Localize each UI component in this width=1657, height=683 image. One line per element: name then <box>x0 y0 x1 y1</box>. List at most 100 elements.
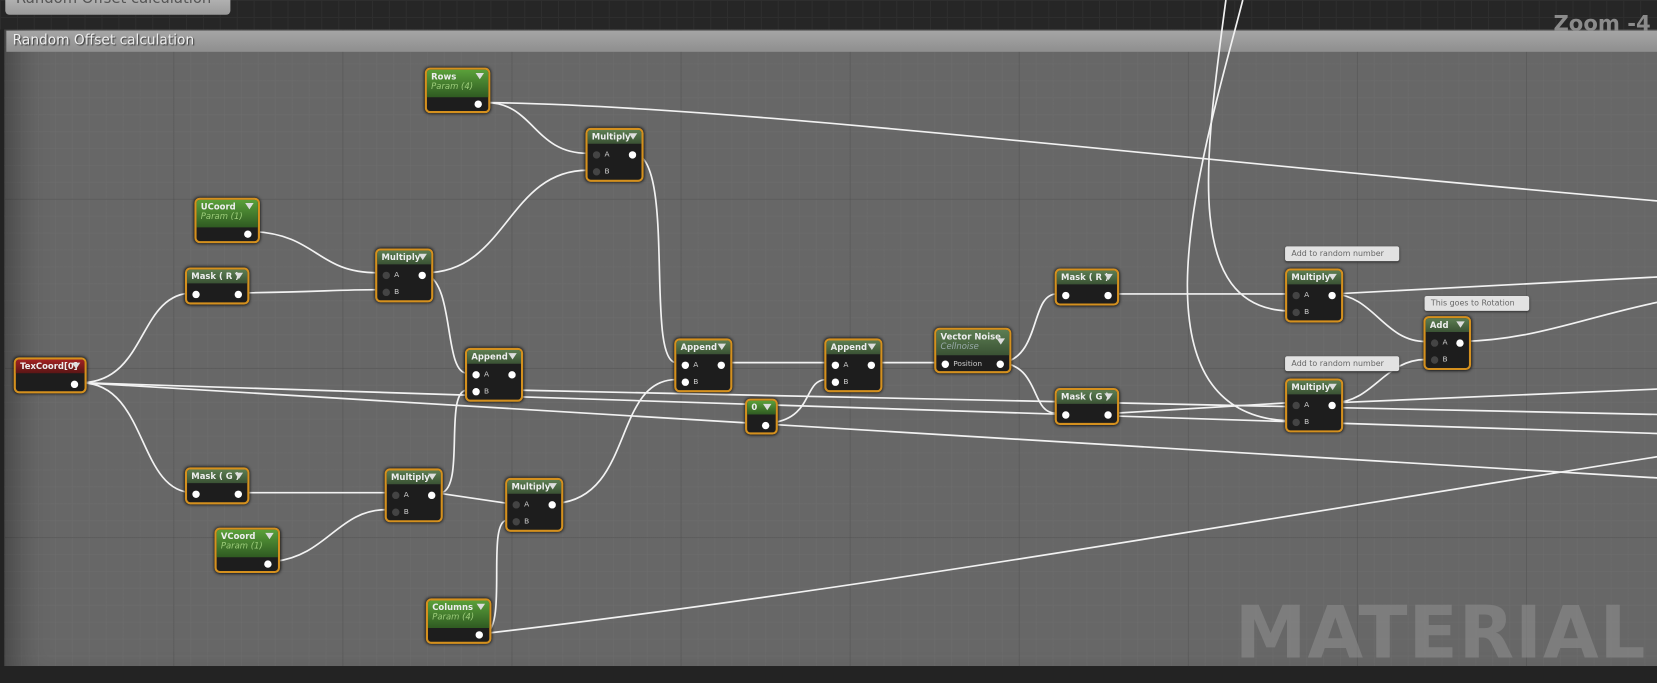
input-pin-a[interactable] <box>392 491 400 500</box>
output-pin[interactable] <box>234 290 243 299</box>
append-node-3[interactable]: Append A B <box>824 338 883 393</box>
vcoord-param-node[interactable]: VCoord Param (1) <box>214 527 281 574</box>
output-pin[interactable] <box>244 230 252 238</box>
ucoord-param-node[interactable]: UCoord Param (1) <box>194 197 260 244</box>
input-pin-a[interactable] <box>512 501 520 509</box>
wire[interactable] <box>1003 293 1057 364</box>
multiply-node-1[interactable]: Multiply A B <box>585 127 644 182</box>
multiply-node-4[interactable]: Multiply A B <box>505 477 564 532</box>
vector-noise-node[interactable]: Vector Noise Cellnoise Position <box>934 327 1012 374</box>
dropdown-arrow-icon[interactable] <box>475 72 485 80</box>
multiply-node-6[interactable]: Multiply A B <box>1285 378 1344 433</box>
mask-g-node-2[interactable]: Mask ( G ) <box>1054 388 1120 426</box>
mask-r-node-2[interactable]: Mask ( R ) <box>1054 268 1120 306</box>
dropdown-arrow-icon[interactable] <box>234 272 244 280</box>
wire[interactable] <box>486 455 1657 635</box>
add-node[interactable]: Add A B <box>1423 316 1472 371</box>
append-node-2[interactable]: Append A B <box>674 338 733 393</box>
output-pin[interactable] <box>474 100 482 108</box>
dropdown-arrow-icon[interactable] <box>418 253 427 261</box>
output-pin[interactable] <box>628 151 637 159</box>
dropdown-arrow-icon[interactable] <box>996 338 1006 345</box>
constant-node[interactable]: 0 <box>745 398 778 435</box>
wire[interactable] <box>771 378 827 424</box>
input-pin-a[interactable] <box>681 361 690 369</box>
input-pin-a[interactable] <box>1292 401 1300 410</box>
wire[interactable] <box>486 101 588 155</box>
dropdown-arrow-icon[interactable] <box>1328 273 1337 281</box>
input-pin[interactable] <box>192 490 200 498</box>
input-pin[interactable] <box>1062 411 1070 419</box>
dropdown-arrow-icon[interactable] <box>428 473 437 481</box>
input-pin-b[interactable] <box>1292 418 1300 427</box>
wire[interactable] <box>633 152 677 364</box>
wire[interactable] <box>274 508 387 563</box>
dropdown-arrow-icon[interactable] <box>1104 393 1113 400</box>
dropdown-arrow-icon[interactable] <box>1456 321 1465 328</box>
wire[interactable] <box>424 169 588 274</box>
node-comment-bubble[interactable]: Add to random number <box>1285 246 1399 262</box>
output-pin[interactable] <box>761 421 770 430</box>
dropdown-arrow-icon[interactable] <box>245 203 254 210</box>
input-pin-b[interactable] <box>681 378 690 386</box>
input-pin-a[interactable] <box>472 371 480 379</box>
wire[interactable] <box>1186 0 1288 422</box>
output-pin[interactable] <box>1104 411 1112 419</box>
output-pin[interactable] <box>996 360 1004 368</box>
dropdown-arrow-icon[interactable] <box>867 343 877 350</box>
mask-r-node[interactable]: Mask ( R ) <box>184 267 250 305</box>
input-pin-a[interactable] <box>382 271 390 280</box>
node-comment-bubble[interactable]: This goes to Rotation <box>1424 296 1530 311</box>
multiply-node-3[interactable]: Multiply A B <box>384 468 443 523</box>
dropdown-arrow-icon[interactable] <box>548 483 557 490</box>
input-pin-b[interactable] <box>831 378 840 386</box>
dropdown-arrow-icon[interactable] <box>508 353 517 360</box>
wire[interactable] <box>1333 388 1657 404</box>
wire[interactable] <box>1333 276 1657 295</box>
output-pin[interactable] <box>508 371 516 379</box>
wire[interactable] <box>253 230 378 274</box>
node-comment-bubble[interactable]: Add to random number <box>1285 356 1399 372</box>
input-pin-b[interactable] <box>392 508 400 516</box>
append-node-1[interactable]: Append A B <box>464 347 524 402</box>
columns-param-node[interactable]: Columns Param (4) <box>425 598 492 644</box>
input-pin-a[interactable] <box>592 151 601 159</box>
wire[interactable] <box>1207 0 1288 312</box>
output-pin[interactable] <box>1328 291 1336 300</box>
dropdown-arrow-icon[interactable] <box>71 362 81 369</box>
input-pin-a[interactable] <box>831 361 840 369</box>
wire[interactable] <box>82 381 194 494</box>
input-pin-b[interactable] <box>592 168 601 176</box>
output-pin[interactable] <box>548 501 556 509</box>
input-pin-a[interactable] <box>1292 291 1300 300</box>
input-pin-position[interactable] <box>941 360 950 368</box>
output-pin[interactable] <box>264 560 272 568</box>
output-pin[interactable] <box>418 271 426 280</box>
output-pin[interactable] <box>1328 401 1336 410</box>
input-pin-b[interactable] <box>1292 308 1300 317</box>
wire[interactable] <box>1003 361 1057 415</box>
input-pin-a[interactable] <box>1430 339 1439 347</box>
wire[interactable] <box>486 101 1657 202</box>
dropdown-arrow-icon[interactable] <box>717 343 727 350</box>
dropdown-arrow-icon[interactable] <box>628 133 638 140</box>
output-pin[interactable] <box>1456 339 1464 347</box>
wire[interactable] <box>82 292 194 384</box>
output-pin[interactable] <box>1104 291 1112 300</box>
wire[interactable] <box>1333 293 1426 343</box>
multiply-node-2[interactable]: Multiply A B <box>375 248 434 303</box>
dropdown-arrow-icon[interactable] <box>1328 383 1337 391</box>
dropdown-arrow-icon[interactable] <box>763 403 772 411</box>
input-pin-b[interactable] <box>1430 356 1439 364</box>
output-pin[interactable] <box>475 631 483 639</box>
multiply-node-5[interactable]: Multiply A B <box>1285 268 1344 323</box>
rows-param-node[interactable]: Rows Param (4) <box>424 67 491 114</box>
input-pin-b[interactable] <box>382 288 390 297</box>
dropdown-arrow-icon[interactable] <box>1104 273 1113 281</box>
input-pin[interactable] <box>1062 291 1070 300</box>
dropdown-arrow-icon[interactable] <box>265 532 274 540</box>
dropdown-arrow-icon[interactable] <box>234 472 244 479</box>
output-pin[interactable] <box>234 490 243 498</box>
output-pin[interactable] <box>717 361 725 369</box>
texcoord-node[interactable]: TexCoord[0] <box>13 357 87 394</box>
